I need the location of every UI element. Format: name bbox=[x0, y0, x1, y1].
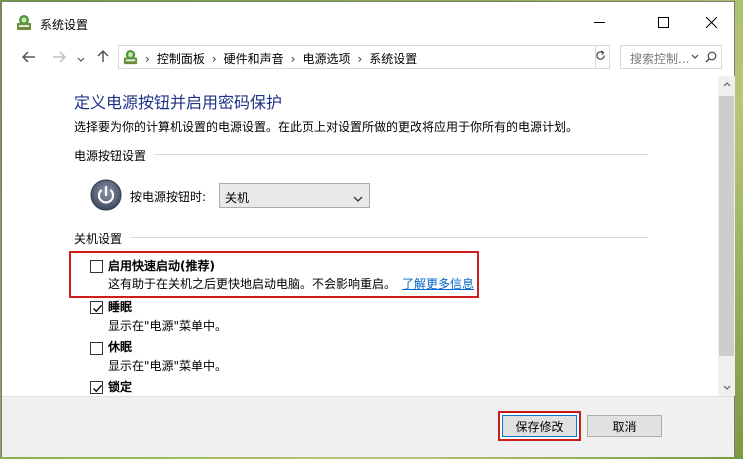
forward-button[interactable] bbox=[48, 47, 70, 69]
window-title: 系统设置 bbox=[40, 18, 89, 32]
checkmark-icon bbox=[93, 304, 103, 313]
chevron-down-icon bbox=[723, 385, 730, 390]
back-button[interactable] bbox=[18, 47, 40, 69]
title-bar: 系统设置 bbox=[2, 2, 734, 42]
checkmark-icon bbox=[93, 384, 103, 393]
search-icon bbox=[705, 51, 717, 66]
section-divider bbox=[154, 154, 648, 155]
minimize-button[interactable] bbox=[576, 10, 622, 38]
fast-startup-checkbox[interactable] bbox=[90, 260, 103, 273]
lock-label[interactable]: 锁定 bbox=[108, 378, 132, 395]
power-button-section-label: 电源按钮设置 bbox=[74, 149, 147, 163]
vertical-scrollbar[interactable] bbox=[718, 76, 735, 396]
minimize-icon bbox=[593, 17, 605, 31]
chevron-right-icon: › bbox=[145, 51, 150, 66]
sleep-label[interactable]: 睡眠 bbox=[108, 298, 132, 315]
scroll-up-button[interactable] bbox=[718, 76, 735, 93]
main-content: 定义电源按钮并启用密码保护 选择要为你的计算机设置的电源设置。在此页上对设置所做… bbox=[2, 76, 718, 396]
sleep-checkbox[interactable] bbox=[90, 301, 103, 314]
fast-startup-label[interactable]: 启用快速启动(推荐) bbox=[108, 257, 215, 274]
fast-startup-desc-text: 这有助于在关机之后更快地启动电脑。不会影响重启。 bbox=[108, 277, 397, 291]
scroll-thumb[interactable] bbox=[719, 96, 734, 356]
power-button-label: 按电源按钮时: bbox=[130, 190, 207, 204]
search-input[interactable]: 搜索控制... bbox=[620, 45, 722, 69]
chevron-right-icon[interactable]: › bbox=[357, 52, 362, 66]
breadcrumb-item[interactable]: 控制面板 bbox=[157, 50, 205, 67]
hibernate-description: 显示在"电源"菜单中。 bbox=[108, 359, 228, 373]
power-button-action-select[interactable]: 关机 bbox=[219, 183, 370, 208]
refresh-icon bbox=[595, 50, 606, 64]
forward-arrow-icon bbox=[52, 49, 67, 67]
section-divider bbox=[130, 237, 648, 238]
recent-locations-button[interactable] bbox=[74, 47, 88, 69]
breadcrumb: › 控制面板 › 硬件和声音 › 电源选项 › 系统设置 bbox=[145, 50, 417, 67]
shutdown-section-label: 关机设置 bbox=[74, 232, 123, 246]
search-placeholder: 搜索控制... bbox=[630, 52, 690, 66]
chevron-down-icon bbox=[353, 192, 363, 206]
back-arrow-icon bbox=[21, 49, 36, 67]
up-button[interactable] bbox=[92, 47, 114, 69]
chevron-up-icon bbox=[723, 82, 730, 87]
select-value: 关机 bbox=[225, 191, 250, 205]
footer-bar: 保存修改 取消 bbox=[2, 396, 734, 457]
power-icon bbox=[90, 179, 122, 211]
system-settings-window: 系统设置 › 控制面板 › 硬件和声音 › 电源选项 › 系统设置 搜索控制..… bbox=[1, 1, 735, 457]
control-panel-icon bbox=[15, 14, 33, 32]
page-title: 定义电源按钮并启用密码保护 bbox=[74, 93, 283, 112]
up-arrow-icon bbox=[97, 49, 109, 67]
breadcrumb-item[interactable]: 电源选项 bbox=[302, 50, 350, 67]
maximize-button[interactable] bbox=[640, 10, 686, 38]
close-button[interactable] bbox=[688, 10, 734, 38]
cancel-button[interactable]: 取消 bbox=[587, 415, 662, 437]
save-changes-button[interactable]: 保存修改 bbox=[502, 415, 577, 437]
fast-startup-description: 这有助于在关机之后更快地启动电脑。不会影响重启。 了解更多信息 bbox=[108, 275, 474, 292]
scroll-down-button[interactable] bbox=[718, 379, 735, 396]
breadcrumb-item[interactable]: 硬件和声音 bbox=[224, 50, 284, 67]
breadcrumb-item[interactable]: 系统设置 bbox=[369, 50, 417, 67]
chevron-right-icon[interactable]: › bbox=[212, 52, 217, 66]
page-description: 选择要为你的计算机设置的电源设置。在此页上对设置所做的更改将应用于你所有的电源计… bbox=[74, 120, 579, 134]
learn-more-link[interactable]: 了解更多信息 bbox=[402, 277, 474, 291]
hibernate-checkbox[interactable] bbox=[90, 342, 103, 355]
maximize-icon bbox=[657, 17, 669, 31]
address-bar[interactable]: › 控制面板 › 硬件和声音 › 电源选项 › 系统设置 bbox=[118, 45, 699, 69]
sleep-description: 显示在"电源"菜单中。 bbox=[108, 319, 228, 333]
control-panel-icon bbox=[122, 49, 139, 66]
hibernate-label[interactable]: 休眠 bbox=[108, 338, 132, 355]
lock-checkbox[interactable] bbox=[90, 381, 103, 394]
chevron-down-icon bbox=[77, 49, 85, 67]
refresh-button[interactable] bbox=[592, 45, 610, 69]
close-icon bbox=[705, 16, 717, 31]
chevron-right-icon[interactable]: › bbox=[291, 52, 296, 66]
